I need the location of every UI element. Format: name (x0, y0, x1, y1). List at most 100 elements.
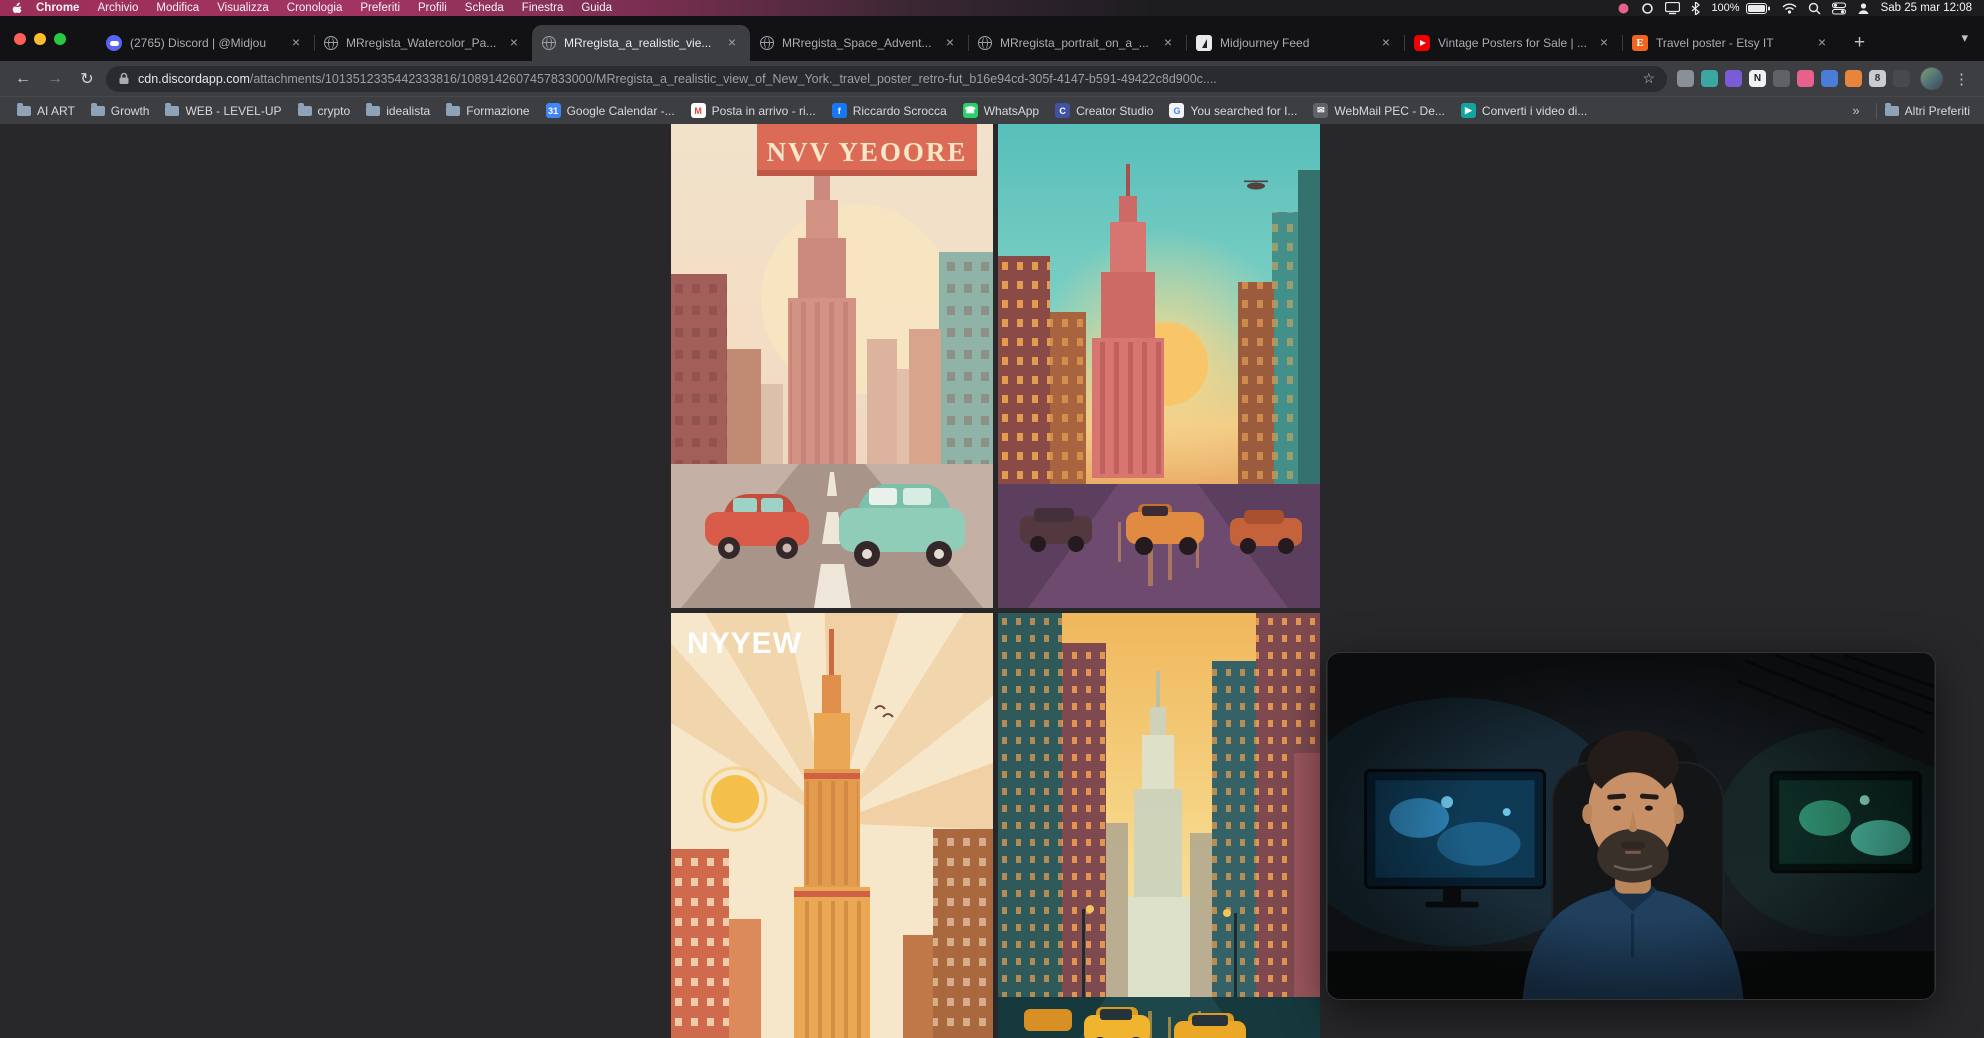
tab-2[interactable]: MRregista_Watercolor_Pa...× (314, 25, 532, 61)
tab-close-icon[interactable]: × (288, 35, 304, 51)
tab-close-icon[interactable]: × (506, 35, 522, 51)
poster-image-2 (998, 124, 1320, 608)
menu-finestra[interactable]: Finestra (513, 2, 573, 14)
menubar-status: 100% (1617, 2, 1869, 15)
poster-image-1: NVV YEOORE (671, 124, 993, 608)
menu-scheda[interactable]: Scheda (456, 2, 513, 14)
new-tab-button[interactable]: + (1840, 25, 1879, 61)
bookmarks-divider (1876, 103, 1877, 119)
bluetooth-icon[interactable] (1691, 2, 1700, 15)
folder-icon (91, 106, 105, 116)
bookmark-you-searched-for-i[interactable]: GYou searched for I... (1162, 100, 1304, 121)
bookmark-posta-in-arrivo-ri[interactable]: MPosta in arrivo - ri... (684, 100, 823, 121)
stream-icon[interactable] (1641, 2, 1654, 15)
url-domain: cdn.discordapp.com (138, 72, 250, 86)
bookmark-crypto[interactable]: crypto (291, 100, 358, 121)
tab-close-icon[interactable]: × (1160, 35, 1176, 51)
bookmark-google-calendar[interactable]: 31Google Calendar -... (539, 100, 682, 121)
tab-7[interactable]: Vintage Posters for Sale | ...× (1404, 25, 1622, 61)
minimize-window-button[interactable] (34, 33, 46, 45)
bookmark-ai-art[interactable]: AI ART (10, 100, 82, 121)
tab-search-button[interactable]: ▾ (1961, 30, 1968, 46)
extension-icon-10[interactable] (1893, 70, 1910, 87)
control-center-icon[interactable] (1832, 2, 1846, 15)
menu-preferiti[interactable]: Preferiti (351, 2, 409, 14)
bookmark-label: Growth (111, 104, 150, 118)
bookmark-creator-studio[interactable]: CCreator Studio (1048, 100, 1160, 121)
bookmarks-list: AI ART Growth WEB - LEVEL-UPcryptoidealist… (10, 100, 1844, 121)
extension-icon-8[interactable] (1845, 70, 1862, 87)
menu-chrome[interactable]: Chrome (27, 2, 88, 14)
menu-visualizza[interactable]: Visualizza (208, 2, 278, 14)
extension-icon-2[interactable] (1701, 70, 1718, 87)
extensions-area: N8 (1673, 70, 1914, 87)
apple-menu-icon[interactable] (12, 2, 23, 15)
bookmark-whatsapp[interactable]: ☎WhatsApp (956, 100, 1046, 121)
url-text: cdn.discordapp.com/attachments/101351233… (138, 72, 1634, 86)
site-favicon: ☎ (963, 103, 978, 118)
extension-icon-5[interactable] (1773, 70, 1790, 87)
wifi-icon[interactable] (1782, 3, 1797, 14)
tab-close-icon[interactable]: × (1378, 35, 1394, 51)
bookmark-idealista[interactable]: idealista (359, 100, 437, 121)
tab-5[interactable]: MRregista_portrait_on_a_...× (968, 25, 1186, 61)
tab-6[interactable]: Midjourney Feed× (1186, 25, 1404, 61)
address-bar[interactable]: cdn.discordapp.com/attachments/101351233… (106, 66, 1667, 92)
tab-close-icon[interactable]: × (724, 35, 740, 51)
screen-mirroring-icon[interactable] (1665, 2, 1680, 15)
profile-avatar[interactable] (1920, 67, 1943, 90)
tab-3[interactable]: MRregista_a_realistic_vie...× (532, 25, 750, 61)
record-icon[interactable] (1617, 2, 1630, 15)
extension-icon-7[interactable] (1821, 70, 1838, 87)
extension-icon-6[interactable] (1797, 70, 1814, 87)
folder-icon (17, 106, 31, 116)
bookmark-growth[interactable]: Growth (84, 100, 157, 121)
bookmark-label: WebMail PEC - De... (1334, 104, 1444, 118)
midjourney-image-grid[interactable]: NVV YEOORE (671, 124, 1320, 1038)
bookmark-converti-i-video-di[interactable]: ▶Converti i video di... (1454, 100, 1594, 121)
notion-extension-icon[interactable]: N (1749, 70, 1766, 87)
menu-guida[interactable]: Guida (572, 2, 621, 14)
fullscreen-window-button[interactable] (54, 33, 66, 45)
browser-menu-button[interactable]: ⋮ (1949, 70, 1974, 88)
tab-4[interactable]: MRregista_Space_Advent... × (750, 25, 968, 61)
tab-close-icon[interactable]: × (1814, 35, 1830, 51)
menu-cronologia[interactable]: Cronologia (278, 2, 352, 14)
menubar-clock[interactable]: Sab 25 mar 12:08 (1881, 2, 1972, 14)
user-switcher-icon[interactable] (1857, 2, 1870, 15)
tab-8[interactable]: ETravel poster - Etsy IT× (1622, 25, 1840, 61)
globe-favicon (760, 36, 774, 50)
extension-icon-3[interactable] (1725, 70, 1742, 87)
bookmark-star-icon[interactable]: ☆ (1642, 70, 1655, 87)
reload-button[interactable]: ↻ (74, 66, 100, 92)
globe-favicon (324, 36, 338, 50)
extension-icon-9[interactable]: 8 (1869, 70, 1886, 87)
bookmark-webmail-pec-de[interactable]: ✉WebMail PEC - De... (1306, 100, 1451, 121)
bookmarks-overflow-button[interactable]: » (1844, 103, 1867, 118)
globe-favicon (978, 36, 992, 50)
spotlight-icon[interactable] (1808, 2, 1821, 15)
close-window-button[interactable] (14, 33, 26, 45)
extension-icon-1[interactable] (1677, 70, 1694, 87)
menu-archivio[interactable]: Archivio (88, 2, 147, 14)
menu-profili[interactable]: Profili (409, 2, 456, 14)
tab-title: MRregista_Space_Advent... (782, 36, 934, 50)
menu-modifica[interactable]: Modifica (147, 2, 208, 14)
folder-icon (1885, 106, 1899, 116)
forward-button[interactable]: → (42, 66, 68, 92)
poster-3-title: NYYEW (687, 627, 802, 660)
bookmark-riccardo-scrocca[interactable]: fRiccardo Scrocca (825, 100, 954, 121)
back-button[interactable]: ← (10, 66, 36, 92)
tab-close-icon[interactable]: × (942, 35, 958, 51)
other-bookmarks-folder[interactable]: Altri Preferiti (1885, 104, 1974, 118)
globe-favicon (542, 36, 556, 50)
tab-close-icon[interactable]: × (1596, 35, 1612, 51)
site-favicon: ▶ (1461, 103, 1476, 118)
poster-banner: NVV YEOORE (757, 124, 977, 176)
bookmark-web-level-up[interactable]: WEB - LEVEL-UP (158, 100, 288, 121)
bookmark-label: Posta in arrivo - ri... (712, 104, 816, 118)
tab-1[interactable]: (2765) Discord | @Midjou× (96, 25, 314, 61)
bookmark-formazione[interactable]: Formazione (439, 100, 536, 121)
battery-icon[interactable] (1746, 3, 1771, 14)
folder-icon (366, 106, 380, 116)
